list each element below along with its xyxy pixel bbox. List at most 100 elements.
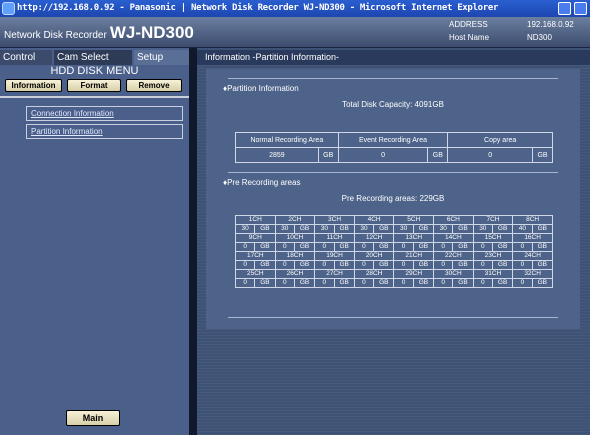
channel-capacity: 0 <box>234 242 256 252</box>
table-row: 0 GB 0 GB 0 GB 0 GB 0 GB 0 GB 0 GB 0 GB <box>234 278 554 288</box>
channel-capacity: 40 <box>512 224 533 234</box>
unit-cell: GB <box>452 224 474 234</box>
remove-button[interactable]: Remove <box>126 79 182 92</box>
copy-area-header: Copy area <box>447 132 553 148</box>
unit-cell: GB <box>293 260 316 270</box>
table-row: 1CH 2CH 3CH 4CH 5CH 6CH 7CH 8CH <box>235 215 553 225</box>
channel-name: 11CH <box>314 233 355 243</box>
format-button[interactable]: Format <box>67 79 121 92</box>
channel-name: 20CH <box>353 251 395 261</box>
unit-cell: GB <box>412 278 435 288</box>
channel-name: 22CH <box>433 251 474 261</box>
side-menu: Control Cam Select Setup HDD DISK MENU I… <box>0 48 189 435</box>
internet-explorer-icon <box>2 2 15 15</box>
channel-capacity: 0 <box>393 242 414 252</box>
channel-capacity: 30 <box>353 224 375 234</box>
partition-information-link[interactable]: Partition Information <box>26 124 183 139</box>
unit-cell: GB <box>532 147 553 163</box>
channel-name: 4CH <box>353 215 395 225</box>
connection-information-link[interactable]: Connection Information <box>26 106 183 121</box>
unit-cell: GB <box>531 278 554 288</box>
unit-cell: GB <box>373 278 395 288</box>
unit-cell: GB <box>317 147 339 163</box>
unit-cell: GB <box>254 242 276 252</box>
product-model: WJ-ND300 <box>109 23 194 42</box>
channel-capacity: 0 <box>353 242 375 252</box>
tab-setup[interactable]: Setup <box>134 50 189 65</box>
unit-cell: GB <box>293 242 316 252</box>
channel-name: 30CH <box>433 269 474 279</box>
maximize-button[interactable] <box>574 2 587 15</box>
channel-capacity: 0 <box>274 260 295 270</box>
product-name: Network Disk Recorder WJ-ND300 <box>4 23 194 43</box>
menu-title: HDD DISK MENU <box>50 65 139 77</box>
channel-capacity: 0 <box>314 260 335 270</box>
page-title: Information -Partition Information- <box>197 50 590 65</box>
host-value: ND300 <box>527 33 552 42</box>
channel-capacity: 30 <box>393 224 414 234</box>
channel-name: 10CH <box>274 233 316 243</box>
channel-capacity: 0 <box>393 278 414 288</box>
tab-cam-select[interactable]: Cam Select <box>54 50 132 65</box>
channel-name: 21CH <box>393 251 435 261</box>
unit-cell: GB <box>293 278 316 288</box>
information-button[interactable]: Information <box>5 79 62 92</box>
table-row: Normal Recording Area Event Recording Ar… <box>235 132 553 148</box>
channel-name: 24CH <box>512 251 553 261</box>
channel-capacity: 0 <box>274 242 295 252</box>
event-recording-area-value: 0 <box>337 147 429 163</box>
unit-cell: GB <box>373 224 395 234</box>
unit-cell: GB <box>452 260 474 270</box>
copy-area-value: 0 <box>447 147 533 163</box>
channel-name: 28CH <box>353 269 395 279</box>
channel-name: 18CH <box>274 251 316 261</box>
channel-name: 16CH <box>512 233 553 243</box>
channel-capacity: 0 <box>512 278 533 288</box>
channel-table: 1CH 2CH 3CH 4CH 5CH 6CH 7CH 8CH 30 GB 30 GB 30 GB 30 GB… <box>234 215 554 288</box>
table-row: 2859 GB 0 GB 0 GB <box>235 147 553 163</box>
channel-name: 2CH <box>274 215 316 225</box>
channel-name: 25CH <box>235 269 276 279</box>
channel-name: 6CH <box>433 215 474 225</box>
channel-capacity: 30 <box>433 224 454 234</box>
channel-name: 31CH <box>472 269 514 279</box>
tab-control[interactable]: Control <box>0 50 52 65</box>
window-titlebar: http://192.168.0.92 - Panasonic | Networ… <box>0 0 590 17</box>
unit-cell: GB <box>412 260 435 270</box>
divider-line <box>228 78 558 79</box>
unit-cell: GB <box>412 242 435 252</box>
unit-cell: GB <box>333 260 355 270</box>
unit-cell: GB <box>293 224 316 234</box>
channel-name: 15CH <box>472 233 514 243</box>
unit-cell: GB <box>452 278 474 288</box>
channel-capacity: 0 <box>314 242 335 252</box>
prerec-section-heading: ♦Pre Recording areas <box>223 178 301 187</box>
table-row: 17CH 18CH 19CH 20CH 21CH 22CH 23CH 24CH <box>235 251 553 261</box>
unit-cell: GB <box>373 242 395 252</box>
unit-cell: GB <box>254 224 276 234</box>
channel-capacity: 30 <box>234 224 256 234</box>
address-value: 192.168.0.92 <box>527 20 574 29</box>
channel-capacity: 0 <box>353 260 375 270</box>
unit-cell: GB <box>531 242 554 252</box>
partition-table: Normal Recording Area Event Recording Ar… <box>235 132 553 163</box>
channel-capacity: 0 <box>472 242 493 252</box>
content-area: Information -Partition Information- ♦Par… <box>197 48 590 435</box>
channel-name: 32CH <box>512 269 553 279</box>
normal-recording-area-header: Normal Recording Area <box>235 132 339 148</box>
channel-name: 5CH <box>393 215 435 225</box>
channel-capacity: 0 <box>433 278 454 288</box>
unit-cell: GB <box>531 260 554 270</box>
pane-divider <box>189 48 197 435</box>
channel-capacity: 0 <box>472 278 493 288</box>
main-button[interactable]: Main <box>66 410 120 426</box>
channel-name: 26CH <box>274 269 316 279</box>
app-header: Network Disk Recorder WJ-ND300 ADDRESS 19… <box>0 17 590 48</box>
unit-cell: GB <box>491 260 514 270</box>
minimize-button[interactable] <box>558 2 571 15</box>
unit-cell: GB <box>491 242 514 252</box>
channel-name: 23CH <box>472 251 514 261</box>
unit-cell: GB <box>373 260 395 270</box>
channel-capacity: 0 <box>314 278 335 288</box>
info-panel: ♦Partition Information Total Disk Capaci… <box>206 69 580 329</box>
